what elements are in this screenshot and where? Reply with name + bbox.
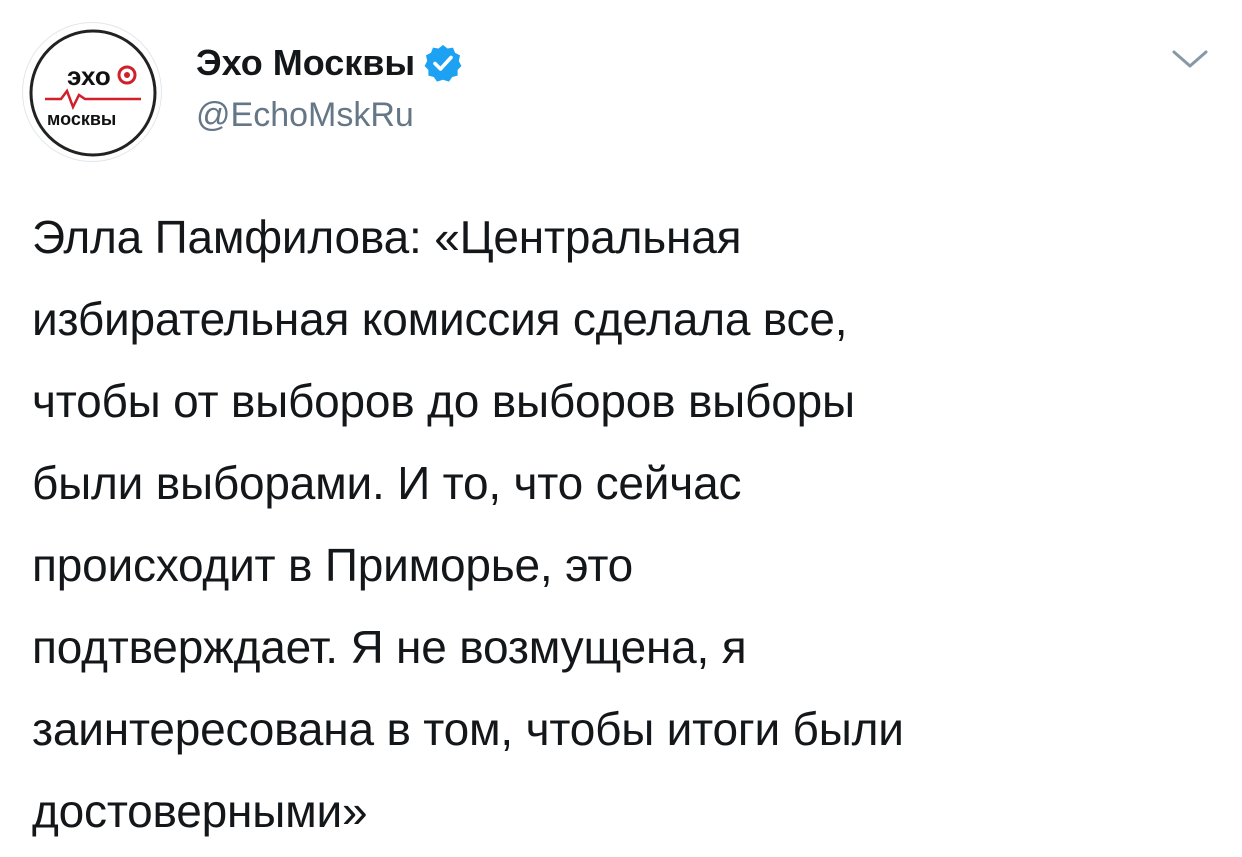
account-handle[interactable]: @EchoMskRu — [196, 96, 414, 135]
display-name[interactable]: Эхо Москвы — [196, 42, 415, 84]
avatar[interactable]: эхо москвы — [22, 22, 162, 162]
verified-badge-icon — [423, 43, 463, 83]
logo-text-bottom: москвы — [47, 109, 116, 129]
tweet-text: Элла Памфилова: «Центральная избирательн… — [32, 211, 904, 837]
chevron-down-icon[interactable] — [1168, 44, 1212, 74]
tweet-card: эхо москвы Эхо Москвы @EchoMskRu Элла Па… — [0, 0, 1242, 857]
echo-logo-icon: эхо москвы — [29, 29, 157, 157]
name-row: Эхо Москвы — [196, 38, 463, 88]
logo-text-top: эхо — [67, 61, 111, 91]
